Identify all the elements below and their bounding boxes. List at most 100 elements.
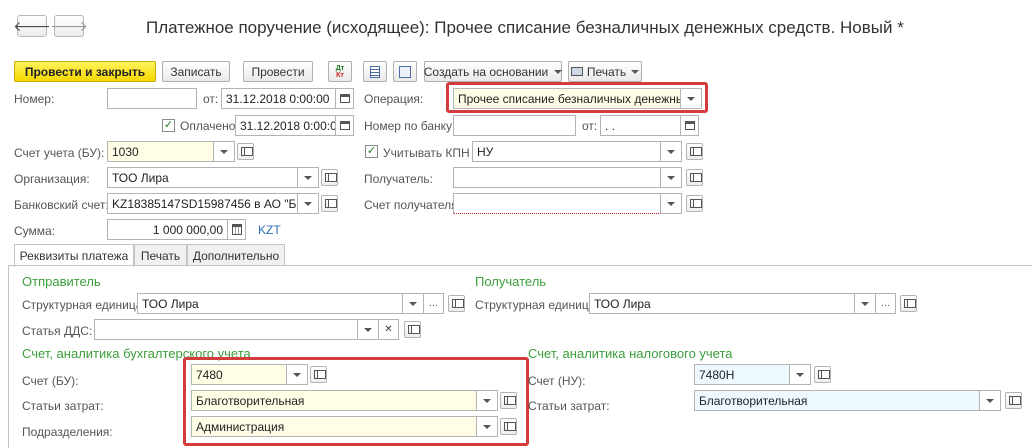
window-title: Платежное поручение (исходящее): Прочее … — [146, 18, 904, 37]
receiver-unit-open-button[interactable] — [900, 295, 917, 312]
tax-cost-dropdown-button[interactable] — [980, 390, 1001, 411]
document-structure-icon — [399, 65, 411, 78]
structure-button[interactable] — [393, 61, 417, 82]
paid-checkbox[interactable]: ✓ — [162, 119, 175, 132]
accounting-highlight — [183, 357, 529, 446]
print-button[interactable]: Печать — [568, 61, 642, 82]
forward-button[interactable]: 🡒 — [50, 15, 88, 37]
currency-label: KZT — [258, 223, 281, 237]
organization-dropdown-button[interactable] — [298, 167, 319, 188]
tab-payment-details[interactable]: Реквизиты платежа — [14, 244, 134, 267]
sender-unit-label: Структурная единица: — [22, 298, 146, 312]
tax-cost-input[interactable]: Благотворительная — [694, 390, 980, 411]
kpn-dropdown-button[interactable] — [661, 141, 682, 162]
tax-cost-open-button[interactable] — [1005, 392, 1022, 409]
recipient-label: Получатель: — [364, 172, 433, 186]
tab-additional[interactable]: Дополнительно — [187, 244, 285, 266]
save-button[interactable]: Записать — [162, 61, 230, 82]
date-input[interactable]: 31.12.2018 0:00:00 — [221, 88, 336, 109]
sender-unit-dropdown-button[interactable] — [403, 293, 424, 314]
paid-date-input[interactable]: 31.12.2018 0:00:00 — [235, 115, 336, 136]
recipient-account-dropdown-button[interactable] — [661, 193, 682, 214]
dds-open-button[interactable] — [404, 321, 421, 338]
kpn-checkbox[interactable]: ✓ — [365, 145, 378, 158]
post-and-close-button[interactable]: Провести и закрыть — [14, 61, 156, 82]
bank-account-label: Банковский счет: — [14, 198, 109, 212]
bank-date-calendar-button[interactable] — [681, 115, 699, 136]
organization-open-button[interactable] — [321, 169, 338, 186]
calculator-icon — [231, 224, 242, 235]
recipient-dropdown-button[interactable] — [661, 167, 682, 188]
bank-number-label: Номер по банку: — [364, 119, 456, 133]
bank-number-input[interactable] — [453, 115, 576, 136]
tax-account-input[interactable]: 7480Н — [694, 364, 790, 385]
dds-dropdown-button[interactable] — [358, 319, 379, 340]
printer-icon — [570, 67, 583, 76]
tax-account-label: Счет (НУ): — [528, 374, 586, 388]
dds-input[interactable] — [94, 319, 358, 340]
bank-account-open-button[interactable] — [321, 195, 338, 212]
bank-account-input[interactable]: KZ18385147SD15987456 в АО "Банк — [107, 193, 298, 214]
accounting-account-label: Счет (БУ): — [22, 374, 79, 388]
account-input[interactable]: 1030 — [107, 141, 214, 162]
number-input[interactable] — [107, 88, 197, 109]
receiver-unit-dropdown-button[interactable] — [855, 293, 876, 314]
kpn-select[interactable]: НУ — [472, 141, 661, 162]
create-based-on-button[interactable]: Создать на основании — [424, 61, 563, 82]
tax-account-dropdown-button[interactable] — [790, 364, 811, 385]
organization-input[interactable]: ТОО Лира — [107, 167, 298, 188]
paid-label: Оплачено — [180, 119, 236, 133]
recipient-input[interactable] — [453, 167, 661, 188]
sender-unit-input[interactable]: ТОО Лира — [137, 293, 403, 314]
dds-label: Статья ДДС: — [22, 324, 93, 338]
calendar-icon — [339, 121, 350, 130]
recipient-account-open-button[interactable] — [686, 195, 703, 212]
calendar-icon — [684, 121, 695, 130]
post-button[interactable]: Провести — [243, 61, 313, 82]
recipient-account-label: Счет получателя: — [364, 198, 461, 212]
receiver-unit-label: Структурная единица: — [475, 298, 599, 312]
accounting-cost-label: Статьи затрат: — [22, 399, 104, 413]
recipient-account-input[interactable] — [453, 193, 661, 214]
tax-cost-label: Статьи затрат: — [528, 399, 610, 413]
calendar-icon — [339, 94, 350, 103]
sender-unit-select-button[interactable]: … — [424, 293, 444, 314]
organization-label: Организация: — [14, 172, 90, 186]
back-button[interactable]: 🡐 — [13, 15, 51, 37]
tab-print[interactable]: Печать — [134, 244, 187, 266]
account-dropdown-button[interactable] — [214, 141, 235, 162]
operation-label: Операция: — [364, 92, 424, 106]
bank-date-input[interactable]: . . — [600, 115, 681, 136]
receiver-unit-input[interactable]: ТОО Лира — [589, 293, 855, 314]
calculator-button[interactable] — [228, 219, 246, 240]
sender-unit-open-button[interactable] — [448, 295, 465, 312]
date-from-label: от: — [203, 92, 219, 106]
date-calendar-button[interactable] — [336, 88, 354, 109]
operation-highlight — [446, 82, 708, 113]
list-icon — [370, 65, 380, 78]
tax-header: Счет, аналитика налогового учета — [528, 346, 733, 361]
bank-account-dropdown-button[interactable] — [298, 193, 319, 214]
chevron-down-icon — [554, 69, 563, 74]
recipient-open-button[interactable] — [686, 169, 703, 186]
kpn-open-button[interactable] — [686, 143, 703, 160]
bank-date-from-label: от: — [582, 119, 598, 133]
kpn-label: Учитывать КПН — [383, 146, 470, 160]
receiver-header: Получатель — [475, 274, 547, 289]
chevron-down-icon — [631, 69, 640, 74]
account-label: Счет учета (БУ): — [14, 146, 105, 160]
list-button[interactable] — [363, 61, 387, 82]
sum-label: Сумма: — [14, 224, 56, 238]
tax-account-open-button[interactable] — [814, 366, 831, 383]
dt-kt-button[interactable]: Дт Кт — [328, 61, 352, 82]
account-open-button[interactable] — [237, 143, 254, 160]
sum-input[interactable]: 1 000 000,00 — [107, 219, 228, 240]
arrow-right-icon: 🡒 — [50, 17, 88, 34]
dt-kt-icon: Дт Кт — [335, 64, 345, 79]
paid-date-calendar-button[interactable] — [336, 115, 354, 136]
receiver-unit-select-button[interactable]: … — [876, 293, 896, 314]
number-label: Номер: — [14, 92, 55, 106]
close-icon: ✕ — [384, 324, 393, 335]
dds-clear-button[interactable]: ✕ — [379, 319, 399, 340]
arrow-left-icon: 🡐 — [13, 17, 51, 34]
